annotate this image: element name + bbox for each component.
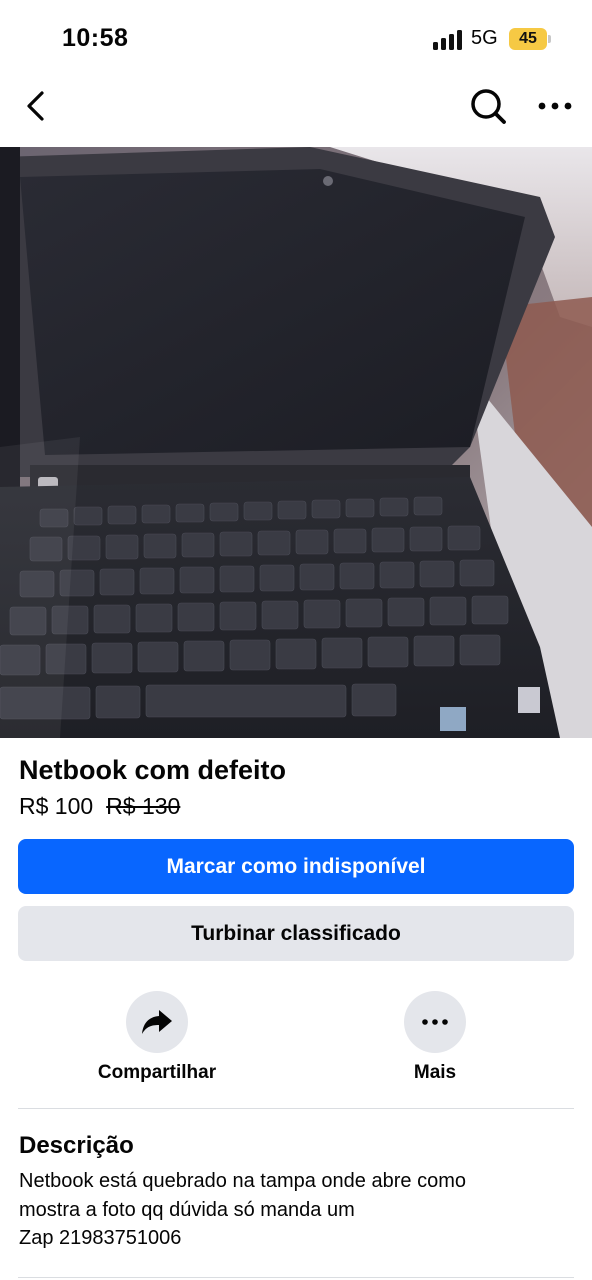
network-type: 5G xyxy=(471,27,498,49)
mark-unavailable-button[interactable]: Marcar como indisponível xyxy=(18,839,574,894)
share-action[interactable]: Compartilhar xyxy=(67,991,247,1084)
search-icon xyxy=(471,89,506,124)
chevron-left-icon xyxy=(27,91,44,121)
search-button[interactable] xyxy=(468,86,508,126)
price-row: R$ 100 R$ 130 xyxy=(19,793,180,820)
boost-listing-label: Turbinar classificado xyxy=(191,921,401,945)
more-label: Mais xyxy=(413,1062,457,1083)
listing-price: R$ 100 xyxy=(19,793,94,819)
mark-unavailable-label: Marcar como indisponível xyxy=(166,854,426,878)
netbook-photo-image xyxy=(0,147,592,738)
share-arrow-icon xyxy=(142,1010,172,1034)
ellipsis-icon xyxy=(422,1019,448,1025)
section-divider-bottom xyxy=(18,1277,574,1278)
more-action[interactable]: Mais xyxy=(345,991,525,1084)
back-button[interactable] xyxy=(20,86,54,126)
more-options-button[interactable] xyxy=(536,92,576,120)
ellipsis-icon xyxy=(538,102,572,110)
listing-title: Netbook com defeito xyxy=(19,755,287,785)
listing-original-price: R$ 130 xyxy=(106,793,181,819)
more-button[interactable] xyxy=(404,991,466,1053)
signal-strength-icon xyxy=(433,30,462,50)
status-time: 10:58 xyxy=(62,24,129,52)
description-text: Netbook está quebrado na tampa onde abre… xyxy=(19,1170,466,1249)
status-bar: 10:58 5G 45 xyxy=(0,0,592,74)
boost-listing-button[interactable]: Turbinar classificado xyxy=(18,906,574,961)
share-button[interactable] xyxy=(126,991,188,1053)
section-divider xyxy=(18,1108,574,1109)
listing-photo[interactable] xyxy=(0,147,592,738)
battery-level: 45 xyxy=(519,30,537,47)
share-label: Compartilhar xyxy=(97,1062,217,1083)
description-heading: Descrição xyxy=(19,1132,134,1159)
battery-icon: 45 xyxy=(509,28,551,50)
